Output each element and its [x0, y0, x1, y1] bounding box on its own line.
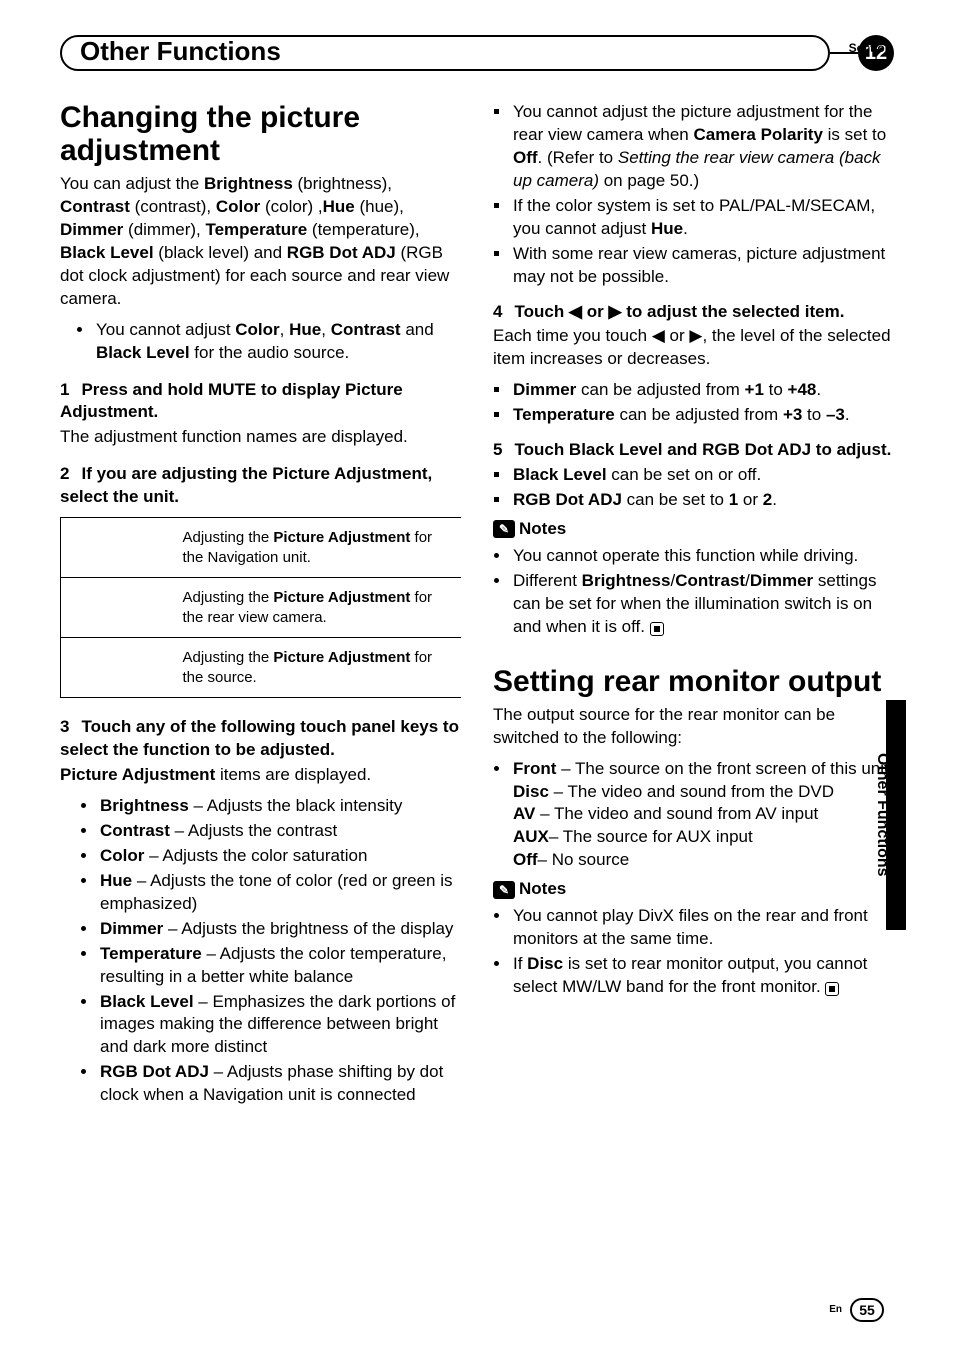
page-header: Other Functions 12 — [60, 35, 894, 71]
continuation-list: You cannot adjust the picture adjustment… — [493, 101, 894, 289]
pencil-icon: ✎ — [493, 881, 515, 899]
notes-heading-1: ✎ Notes — [493, 518, 894, 541]
rear-list: Front – The source on the front screen o… — [493, 758, 894, 873]
step4-list: Dimmer can be adjusted from +1 to +48. T… — [493, 379, 894, 427]
list-item: Different Brightness/Contrast/Dimmer set… — [511, 570, 894, 639]
header-pill: Other Functions — [60, 35, 830, 71]
list-item: You cannot operate this function while d… — [511, 545, 894, 568]
notes1-list: You cannot operate this function while d… — [493, 545, 894, 639]
step4-heading: 4Touch ◀ or ▶ to adjust the selected ite… — [493, 301, 894, 324]
heading-changing-picture: Changing the picture adjustment — [60, 101, 461, 167]
right-column: You cannot adjust the picture adjustment… — [493, 101, 894, 1109]
table-row: Adjusting the Picture Adjustment for the… — [61, 578, 462, 638]
list-item: Temperature – Adjusts the color temperat… — [98, 943, 461, 989]
list-item: If the color system is set to PAL/PAL-M/… — [511, 195, 894, 241]
adjustment-items: Brightness – Adjusts the black intensity… — [60, 795, 461, 1107]
step5-list: Black Level can be set on or off. RGB Do… — [493, 464, 894, 512]
step3-body: Picture Adjustment items are displayed. — [60, 764, 461, 787]
step3-heading: 3Touch any of the following touch panel … — [60, 716, 461, 762]
stop-icon — [825, 982, 839, 996]
intro-paragraph: You can adjust the Brightness (brightnes… — [60, 173, 461, 311]
notes-heading-2: ✎ Notes — [493, 878, 894, 901]
rear-intro: The output source for the rear monitor c… — [493, 704, 894, 750]
table-row: Adjusting the Picture Adjustment for the… — [61, 638, 462, 698]
list-item: Front – The source on the front screen o… — [511, 758, 894, 873]
list-item: You cannot adjust the picture adjustment… — [511, 101, 894, 193]
list-item: Hue – Adjusts the tone of color (red or … — [98, 870, 461, 916]
heading-rear-monitor: Setting rear monitor output — [493, 665, 894, 698]
step5-heading: 5Touch Black Level and RGB Dot ADJ to ad… — [493, 439, 894, 462]
list-item: Dimmer – Adjusts the brightness of the d… — [98, 918, 461, 941]
list-item: Brightness – Adjusts the black intensity — [98, 795, 461, 818]
notes2-list: You cannot play DivX files on the rear a… — [493, 905, 894, 999]
footer: En 55 — [829, 1298, 884, 1322]
list-item: RGB Dot ADJ – Adjusts phase shifting by … — [98, 1061, 461, 1107]
intro-bullet: You cannot adjust Color, Hue, Contrast a… — [94, 319, 461, 365]
intro-bullet-list: You cannot adjust Color, Hue, Contrast a… — [60, 319, 461, 365]
list-item: Dimmer can be adjusted from +1 to +48. — [511, 379, 894, 402]
list-item: You cannot play DivX files on the rear a… — [511, 905, 894, 951]
list-item: If Disc is set to rear monitor output, y… — [511, 953, 894, 999]
step1-heading: 1Press and hold MUTE to display Picture … — [60, 379, 461, 425]
step1-body: The adjustment function names are displa… — [60, 426, 461, 449]
side-tab: Other Functions — [882, 700, 906, 930]
header-title: Other Functions — [80, 34, 281, 69]
step2-heading: 2If you are adjusting the Picture Adjust… — [60, 463, 461, 509]
list-item: RGB Dot ADJ can be set to 1 or 2. — [511, 489, 894, 512]
list-item: Contrast – Adjusts the contrast — [98, 820, 461, 843]
section-label: Section — [849, 40, 892, 56]
page-number: 55 — [850, 1298, 884, 1322]
list-item: Black Level can be set on or off. — [511, 464, 894, 487]
stop-icon — [650, 622, 664, 636]
step4-body: Each time you touch ◀ or ▶, the level of… — [493, 325, 894, 371]
list-item: Color – Adjusts the color saturation — [98, 845, 461, 868]
list-item: Temperature can be adjusted from +3 to –… — [511, 404, 894, 427]
pencil-icon: ✎ — [493, 520, 515, 538]
options-table: Adjusting the Picture Adjustment for the… — [60, 517, 461, 698]
list-item: With some rear view cameras, picture adj… — [511, 243, 894, 289]
left-column: Changing the picture adjustment You can … — [60, 101, 461, 1109]
list-item: Black Level – Emphasizes the dark portio… — [98, 991, 461, 1060]
lang-label: En — [829, 1303, 842, 1317]
table-row: Adjusting the Picture Adjustment for the… — [61, 518, 462, 578]
